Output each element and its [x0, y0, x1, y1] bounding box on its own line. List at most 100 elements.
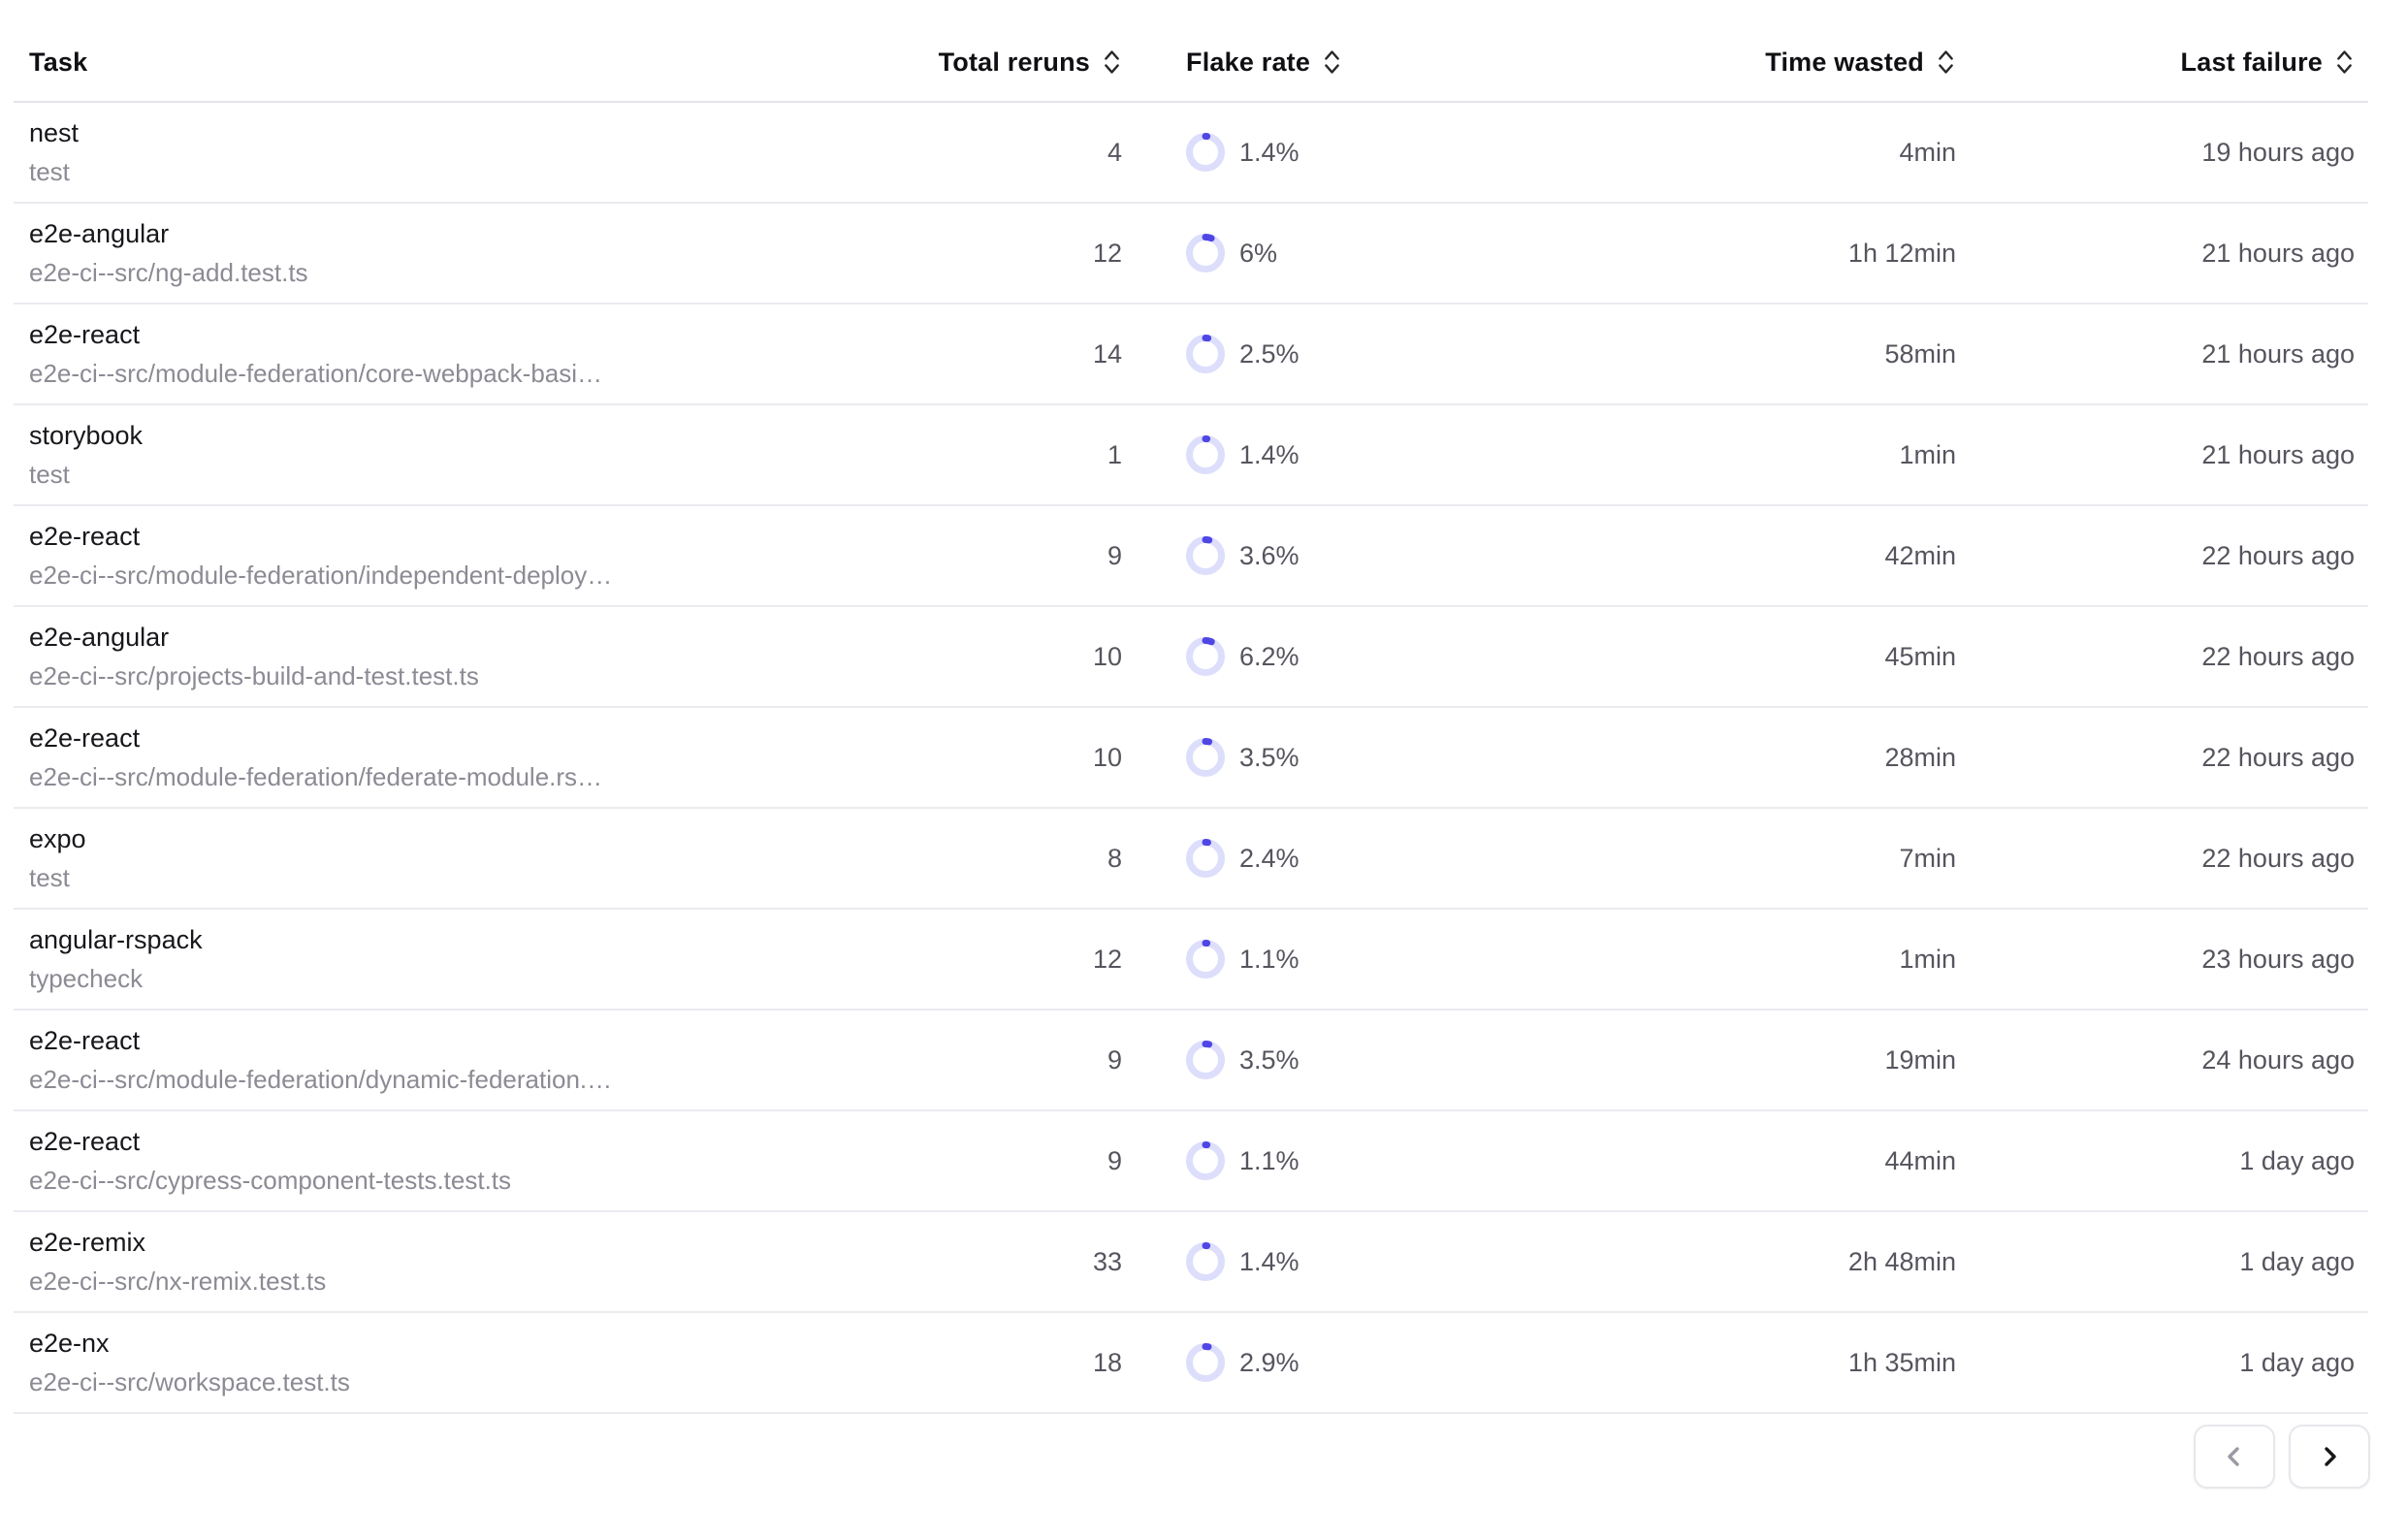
flake-rate-cell: 1.1% — [1122, 1141, 1607, 1180]
flake-rate-cell: 2.9% — [1122, 1343, 1607, 1382]
total-reruns-value: 14 — [931, 339, 1122, 369]
table-row[interactable]: e2e-react e2e-ci--src/module-federation/… — [14, 708, 2368, 809]
flake-rate-value: 2.9% — [1239, 1348, 1300, 1378]
flake-rate-cell: 1.1% — [1122, 940, 1607, 979]
flake-rate-cell: 2.4% — [1122, 839, 1607, 878]
table-row[interactable]: e2e-nx e2e-ci--src/workspace.test.ts 18 … — [14, 1313, 2368, 1414]
time-wasted-value: 1min — [1607, 440, 1956, 470]
time-wasted-value: 2h 48min — [1607, 1247, 1956, 1277]
task-cell: nest test — [29, 117, 931, 187]
flake-rate-ring-icon — [1186, 133, 1225, 172]
column-label: Time wasted — [1765, 48, 1924, 78]
flake-rate-ring-icon — [1186, 335, 1225, 373]
flake-rate-value: 3.5% — [1239, 1045, 1300, 1075]
sort-icon[interactable] — [2334, 47, 2355, 78]
task-cell: e2e-react e2e-ci--src/cypress-component-… — [29, 1126, 931, 1196]
total-reruns-value: 10 — [931, 642, 1122, 672]
task-name: e2e-angular — [29, 218, 931, 249]
table-row[interactable]: e2e-react e2e-ci--src/module-federation/… — [14, 305, 2368, 405]
task-cell: angular-rspack typecheck — [29, 924, 931, 994]
task-cell: e2e-react e2e-ci--src/module-federation/… — [29, 722, 931, 792]
time-wasted-value: 58min — [1607, 339, 1956, 369]
previous-page-button[interactable] — [2194, 1425, 2275, 1489]
last-failure-value: 21 hours ago — [1956, 440, 2355, 470]
total-reruns-value: 12 — [931, 945, 1122, 975]
total-reruns-value: 9 — [931, 541, 1122, 571]
last-failure-value: 23 hours ago — [1956, 945, 2355, 975]
task-name: e2e-react — [29, 1126, 931, 1157]
flake-rate-ring-icon — [1186, 435, 1225, 474]
task-target: e2e-ci--src/module-federation/dynamic-fe… — [29, 1065, 931, 1095]
chevron-right-icon — [2317, 1444, 2342, 1469]
task-cell: e2e-angular e2e-ci--src/projects-build-a… — [29, 622, 931, 691]
flake-rate-cell: 3.5% — [1122, 738, 1607, 777]
flake-rate-value: 2.5% — [1239, 339, 1300, 369]
table-row[interactable]: e2e-remix e2e-ci--src/nx-remix.test.ts 3… — [14, 1212, 2368, 1313]
table-row[interactable]: e2e-angular e2e-ci--src/ng-add.test.ts 1… — [14, 204, 2368, 305]
flake-rate-ring-icon — [1186, 839, 1225, 878]
next-page-button[interactable] — [2289, 1425, 2370, 1489]
last-failure-value: 19 hours ago — [1956, 138, 2355, 168]
column-header-task: Task — [29, 48, 931, 78]
task-name: e2e-nx — [29, 1328, 931, 1359]
task-target: e2e-ci--src/cypress-component-tests.test… — [29, 1166, 931, 1196]
table-row[interactable]: e2e-react e2e-ci--src/cypress-component-… — [14, 1111, 2368, 1212]
total-reruns-value: 4 — [931, 138, 1122, 168]
flake-rate-cell: 1.4% — [1122, 1242, 1607, 1281]
flake-rate-value: 1.4% — [1239, 1247, 1300, 1277]
column-header-total-reruns[interactable]: Total reruns — [931, 47, 1122, 78]
flake-rate-value: 1.1% — [1239, 1146, 1300, 1176]
table-row[interactable]: storybook test 1 1.4% 1min 21 hours ago — [14, 405, 2368, 506]
last-failure-value: 22 hours ago — [1956, 541, 2355, 571]
time-wasted-value: 1h 12min — [1607, 239, 1956, 269]
column-header-last-failure[interactable]: Last failure — [1956, 47, 2355, 78]
table-row[interactable]: angular-rspack typecheck 12 1.1% 1min 23… — [14, 910, 2368, 1011]
pagination — [2194, 1425, 2370, 1489]
task-target: test — [29, 863, 931, 893]
column-label: Total reruns — [939, 48, 1090, 78]
chevron-left-icon — [2222, 1444, 2247, 1469]
task-cell: e2e-react e2e-ci--src/module-federation/… — [29, 1025, 931, 1095]
time-wasted-value: 1min — [1607, 945, 1956, 975]
flake-rate-value: 3.5% — [1239, 743, 1300, 773]
table-body: nest test 4 1.4% 4min 19 hours ago e2e-a… — [14, 103, 2368, 1414]
time-wasted-value: 42min — [1607, 541, 1956, 571]
time-wasted-value: 4min — [1607, 138, 1956, 168]
flake-rate-ring-icon — [1186, 1141, 1225, 1180]
total-reruns-value: 8 — [931, 844, 1122, 874]
time-wasted-value: 7min — [1607, 844, 1956, 874]
task-target: e2e-ci--src/module-federation/federate-m… — [29, 762, 931, 792]
task-name: nest — [29, 117, 931, 148]
table-row[interactable]: e2e-angular e2e-ci--src/projects-build-a… — [14, 607, 2368, 708]
flake-rate-value: 2.4% — [1239, 844, 1300, 874]
sort-icon[interactable] — [1936, 47, 1956, 78]
table-row[interactable]: e2e-react e2e-ci--src/module-federation/… — [14, 1011, 2368, 1111]
task-target: e2e-ci--src/ng-add.test.ts — [29, 258, 931, 288]
last-failure-value: 24 hours ago — [1956, 1045, 2355, 1075]
task-target: typecheck — [29, 964, 931, 994]
flake-rate-cell: 3.6% — [1122, 536, 1607, 575]
table-row[interactable]: e2e-react e2e-ci--src/module-federation/… — [14, 506, 2368, 607]
flake-rate-value: 1.1% — [1239, 945, 1300, 975]
sort-icon[interactable] — [1102, 47, 1122, 78]
task-target: e2e-ci--src/projects-build-and-test.test… — [29, 661, 931, 691]
total-reruns-value: 1 — [931, 440, 1122, 470]
task-target: e2e-ci--src/module-federation/independen… — [29, 561, 931, 591]
time-wasted-value: 45min — [1607, 642, 1956, 672]
table-header: Task Total reruns Flake rate Time wasted — [14, 0, 2368, 103]
sort-icon[interactable] — [1322, 47, 1342, 78]
task-target: e2e-ci--src/module-federation/core-webpa… — [29, 359, 931, 389]
column-label: Last failure — [2181, 48, 2323, 78]
column-header-flake-rate[interactable]: Flake rate — [1122, 47, 1607, 78]
flake-rate-cell: 1.4% — [1122, 435, 1607, 474]
table-row[interactable]: expo test 8 2.4% 7min 22 hours ago — [14, 809, 2368, 910]
task-target: e2e-ci--src/workspace.test.ts — [29, 1367, 931, 1397]
task-name: storybook — [29, 420, 931, 451]
task-name: e2e-angular — [29, 622, 931, 653]
table-row[interactable]: nest test 4 1.4% 4min 19 hours ago — [14, 103, 2368, 204]
flake-rate-value: 6.2% — [1239, 642, 1300, 672]
time-wasted-value: 1h 35min — [1607, 1348, 1956, 1378]
total-reruns-value: 12 — [931, 239, 1122, 269]
column-header-time-wasted[interactable]: Time wasted — [1607, 47, 1956, 78]
task-cell: e2e-react e2e-ci--src/module-federation/… — [29, 319, 931, 389]
